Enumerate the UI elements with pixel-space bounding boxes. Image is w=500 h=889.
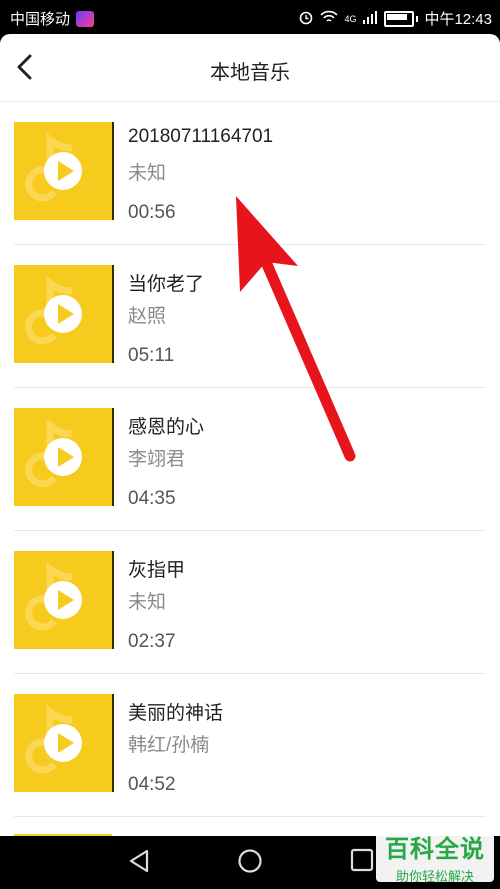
song-item[interactable]: 灰指甲 未知 02:37 — [14, 531, 486, 674]
battery-icon — [384, 10, 415, 27]
song-artist: 韩红/孙楠 — [128, 735, 210, 756]
page-title: 本地音乐 — [210, 62, 290, 84]
song-duration: 05:11 — [128, 345, 175, 366]
watermark-main: 百科全说 — [385, 836, 485, 863]
song-title: 20180711164701 — [128, 126, 274, 147]
signal-icon — [362, 10, 378, 28]
square-recents-icon — [350, 848, 374, 872]
song-title: 灰指甲 — [128, 560, 186, 581]
song-duration: 04:52 — [128, 774, 176, 795]
play-music-icon — [25, 561, 82, 631]
triangle-back-icon — [129, 849, 149, 873]
play-music-icon — [25, 704, 82, 774]
network-type: 4G — [344, 13, 357, 24]
play-music-icon — [25, 132, 82, 202]
song-artist: 李翊君 — [128, 449, 186, 470]
status-right: 4G 中午12:43 — [298, 8, 492, 29]
album-art — [14, 694, 114, 792]
watermark-sub: 助你轻松解决 — [395, 869, 474, 884]
song-artist: 未知 — [128, 592, 167, 613]
carrier-name: 中国移动 — [10, 11, 71, 28]
album-art — [14, 265, 114, 363]
song-artist: 未知 — [128, 163, 167, 184]
album-art — [14, 122, 114, 220]
nav-recents-button[interactable] — [350, 848, 374, 877]
song-duration: 02:37 — [128, 631, 176, 652]
song-artist: 赵照 — [128, 306, 167, 327]
play-music-icon — [25, 275, 82, 345]
song-title: 美丽的神话 — [128, 703, 224, 724]
song-item[interactable]: 当你老了 赵照 05:11 — [14, 245, 486, 388]
song-list[interactable]: 20180711164701 未知 00:56 当你老了 赵照 05:11 感恩… — [0, 102, 500, 817]
song-item[interactable]: 20180711164701 未知 00:56 — [14, 102, 486, 245]
wifi-icon — [320, 10, 339, 28]
play-music-icon — [25, 418, 82, 488]
song-item[interactable]: 感恩的心 李翊君 04:35 — [14, 388, 486, 531]
watermark-logo: 百科全说 助你轻松解决 — [376, 826, 494, 884]
nav-home-button[interactable] — [237, 848, 263, 879]
header: 本地音乐 — [0, 34, 500, 102]
album-art — [14, 551, 114, 649]
song-duration: 00:56 — [128, 202, 176, 223]
song-title: 当你老了 — [128, 274, 205, 295]
app-window: 本地音乐 20180711164701 未知 00:56 当你老了 赵照 05:… — [0, 34, 500, 836]
carrier-badge-icon — [76, 10, 95, 27]
status-bar: 中国移动 4G 中午12:43 — [0, 0, 500, 34]
status-left: 中国移动 — [10, 8, 95, 29]
nav-back-button[interactable] — [127, 848, 151, 879]
status-time: 中午12:43 — [424, 11, 492, 28]
battery-tip — [416, 15, 419, 22]
alarm-icon — [298, 9, 314, 29]
circle-home-icon — [238, 849, 262, 873]
song-title: 感恩的心 — [128, 417, 205, 438]
album-art — [14, 408, 114, 506]
song-item[interactable]: 美丽的神话 韩红/孙楠 04:52 — [14, 674, 486, 817]
song-duration: 04:35 — [128, 488, 176, 509]
